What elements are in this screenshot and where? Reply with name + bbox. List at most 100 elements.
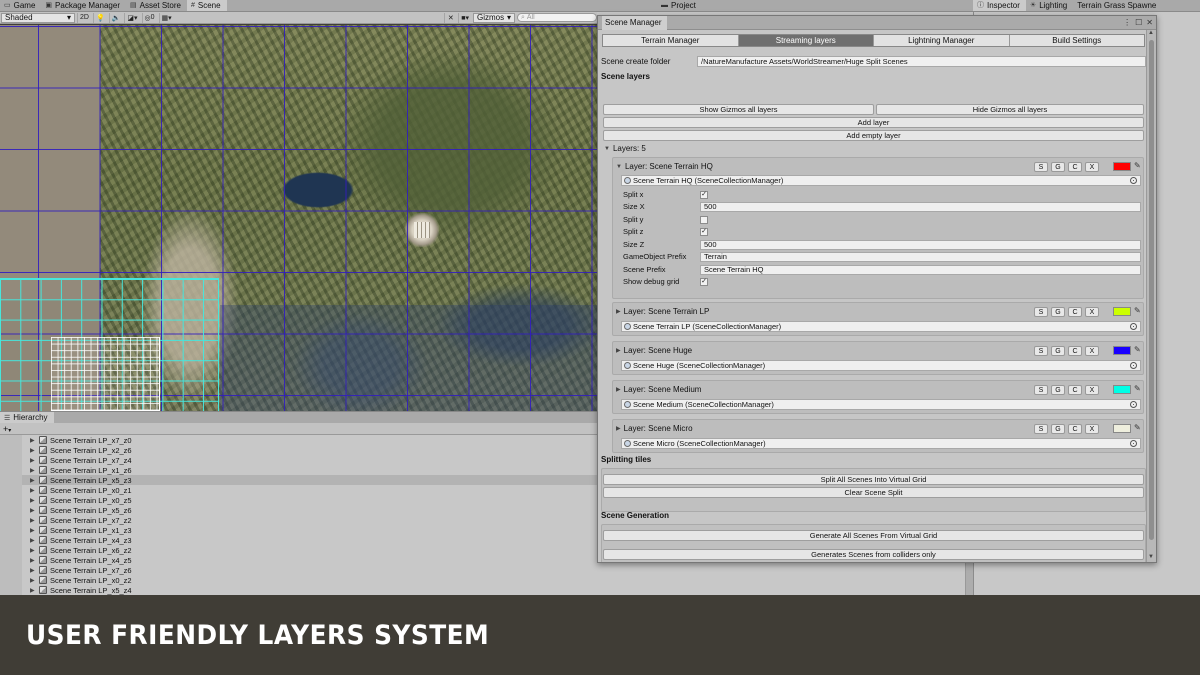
scene-manager-titlebar[interactable]: Scene Manager ⋮ ☐ ✕ <box>598 15 1156 30</box>
hidden-objects-toggle[interactable]: ◎ 0 <box>141 12 157 23</box>
grid-toggle-icon[interactable]: ▦▾ <box>158 12 174 23</box>
add-object-button[interactable]: +▾ <box>3 424 11 434</box>
layer-foldout[interactable]: ▶ Layer: Scene Micro <box>616 424 693 433</box>
tab-hierarchy[interactable]: ☰ Hierarchy <box>0 411 54 424</box>
tab-terrain-manager[interactable]: Terrain Manager <box>603 35 739 46</box>
size-z-field[interactable]: 500 <box>700 239 1141 250</box>
clear-scene-split-button[interactable]: Clear Scene Split <box>603 487 1144 498</box>
expand-arrow-icon[interactable]: ▶ <box>30 477 36 484</box>
layer-c-button[interactable]: C <box>1068 424 1082 434</box>
expand-arrow-icon[interactable]: ▶ <box>30 527 36 534</box>
scene-search-input[interactable]: ⌕ All <box>517 13 597 22</box>
hierarchy-item[interactable]: ▶ Scene Terrain LP_x0_z2 <box>0 575 965 585</box>
layer-foldout[interactable]: ▶ Layer: Scene Huge <box>616 346 692 355</box>
layer-x-button[interactable]: X <box>1085 424 1099 434</box>
layer-c-button[interactable]: C <box>1068 162 1082 172</box>
hierarchy-item[interactable]: ▶ Scene Terrain LP_x7_z6 <box>0 565 965 575</box>
tab-build-settings[interactable]: Build Settings <box>1009 35 1144 46</box>
layer-g-button[interactable]: G <box>1051 424 1065 434</box>
expand-arrow-icon[interactable]: ▶ <box>30 507 36 514</box>
layer-color-swatch[interactable] <box>1113 162 1131 171</box>
layer-object-field[interactable]: Scene Micro (SceneCollectionManager) <box>621 438 1141 449</box>
expand-arrow-icon[interactable]: ▶ <box>30 497 36 504</box>
eyedropper-icon[interactable]: ✎ <box>1134 423 1141 432</box>
gizmos-dropdown[interactable]: Gizmos ▾ <box>473 12 515 23</box>
tools-icon[interactable]: ✕ <box>444 12 456 23</box>
layer-color-swatch[interactable] <box>1113 424 1131 433</box>
layer-color-swatch[interactable] <box>1113 385 1131 394</box>
layer-object-field[interactable]: Scene Medium (SceneCollectionManager) <box>621 399 1141 410</box>
add-layer-button[interactable]: Add layer <box>603 117 1144 128</box>
layer-s-button[interactable]: S <box>1034 346 1048 356</box>
layer-s-button[interactable]: S <box>1034 162 1048 172</box>
camera-dropdown-icon[interactable]: ■▾ <box>458 12 471 23</box>
audio-toggle-icon[interactable]: 🔈 <box>108 12 123 23</box>
shading-mode-dropdown[interactable]: Shaded ▾ <box>1 12 75 23</box>
layer-foldout[interactable]: ▶ Layer: Scene Medium <box>616 385 701 394</box>
tab-game[interactable]: ▭ Game <box>0 0 41 11</box>
layer-c-button[interactable]: C <box>1068 307 1082 317</box>
layer-g-button[interactable]: G <box>1051 162 1065 172</box>
effects-dropdown-icon[interactable]: ◪▾ <box>124 12 139 23</box>
layer-s-button[interactable]: S <box>1034 307 1048 317</box>
tab-package-manager[interactable]: ▣ Package Manager <box>41 0 126 11</box>
size-x-field[interactable]: 500 <box>700 201 1141 212</box>
maximize-icon[interactable]: ☐ <box>1135 18 1142 27</box>
lighting-toggle-icon[interactable]: 💡 <box>92 12 107 23</box>
object-picker-icon[interactable] <box>1130 177 1137 184</box>
split-x-checkbox[interactable]: ✓ <box>700 190 708 199</box>
tab-streaming-layers[interactable]: Streaming layers <box>738 35 874 46</box>
menu-icon[interactable]: ⋮ <box>1123 18 1131 27</box>
hierarchy-item[interactable]: ▶ Scene Terrain LP_x5_z4 <box>0 585 965 595</box>
generate-from-colliders-button[interactable]: Generates Scenes from colliders only <box>603 549 1144 560</box>
object-picker-icon[interactable] <box>1130 401 1137 408</box>
expand-arrow-icon[interactable]: ▶ <box>30 557 36 564</box>
tab-project[interactable]: ▬ Project <box>657 0 702 11</box>
layer-x-button[interactable]: X <box>1085 346 1099 356</box>
scroll-thumb[interactable] <box>1149 40 1154 540</box>
scroll-up-icon[interactable]: ▲ <box>1148 30 1154 36</box>
layer-c-button[interactable]: C <box>1068 346 1082 356</box>
gameobject-prefix-field[interactable]: Terrain <box>700 251 1141 262</box>
layer-foldout[interactable]: ▼ Layer: Scene Terrain HQ <box>616 162 713 171</box>
layer-foldout[interactable]: ▶ Layer: Scene Terrain LP <box>616 307 709 316</box>
expand-arrow-icon[interactable]: ▶ <box>30 587 36 594</box>
generate-all-scenes-button[interactable]: Generate All Scenes From Virtual Grid <box>603 530 1144 541</box>
layer-s-button[interactable]: S <box>1034 424 1048 434</box>
layer-object-field[interactable]: Scene Terrain LP (SceneCollectionManager… <box>621 321 1141 332</box>
scene-manager-scrollbar[interactable]: ▲ ▼ <box>1146 30 1156 562</box>
expand-arrow-icon[interactable]: ▶ <box>30 547 36 554</box>
layer-x-button[interactable]: X <box>1085 162 1099 172</box>
layers-foldout[interactable]: ▼ Layers: 5 <box>604 144 646 153</box>
layer-color-swatch[interactable] <box>1113 346 1131 355</box>
scene-prefix-field[interactable]: Scene Terrain HQ <box>700 264 1141 275</box>
layer-x-button[interactable]: X <box>1085 307 1099 317</box>
add-empty-layer-button[interactable]: Add empty layer <box>603 130 1144 141</box>
layer-x-button[interactable]: X <box>1085 385 1099 395</box>
tab-terrain-grass[interactable]: Terrain Grass Spawne <box>1073 0 1162 11</box>
expand-arrow-icon[interactable]: ▶ <box>30 437 36 444</box>
tab-inspector[interactable]: ⓘ Inspector <box>973 0 1026 11</box>
close-icon[interactable]: ✕ <box>1146 18 1153 27</box>
eyedropper-icon[interactable]: ✎ <box>1134 306 1141 315</box>
layer-c-button[interactable]: C <box>1068 385 1082 395</box>
expand-arrow-icon[interactable]: ▶ <box>30 517 36 524</box>
hide-gizmos-button[interactable]: Hide Gizmos all layers <box>876 104 1144 115</box>
2d-toggle[interactable]: 2D <box>77 12 91 23</box>
expand-arrow-icon[interactable]: ▶ <box>30 487 36 494</box>
expand-arrow-icon[interactable]: ▶ <box>30 457 36 464</box>
layer-object-field[interactable]: Scene Huge (SceneCollectionManager) <box>621 360 1141 371</box>
tab-asset-store[interactable]: ▤ Asset Store <box>126 0 187 11</box>
tab-lightning-manager[interactable]: Lightning Manager <box>874 35 1010 46</box>
expand-arrow-icon[interactable]: ▶ <box>30 467 36 474</box>
debug-grid-checkbox[interactable]: ✓ <box>700 277 708 286</box>
layer-g-button[interactable]: G <box>1051 346 1065 356</box>
layer-g-button[interactable]: G <box>1051 385 1065 395</box>
show-gizmos-button[interactable]: Show Gizmos all layers <box>603 104 874 115</box>
tab-lighting[interactable]: ☀ Lighting <box>1026 0 1073 11</box>
split-all-scenes-button[interactable]: Split All Scenes Into Virtual Grid <box>603 474 1144 485</box>
split-y-checkbox[interactable] <box>700 215 708 224</box>
object-picker-icon[interactable] <box>1130 440 1137 447</box>
scene-viewport[interactable] <box>0 25 597 411</box>
split-z-checkbox[interactable]: ✓ <box>700 227 708 236</box>
